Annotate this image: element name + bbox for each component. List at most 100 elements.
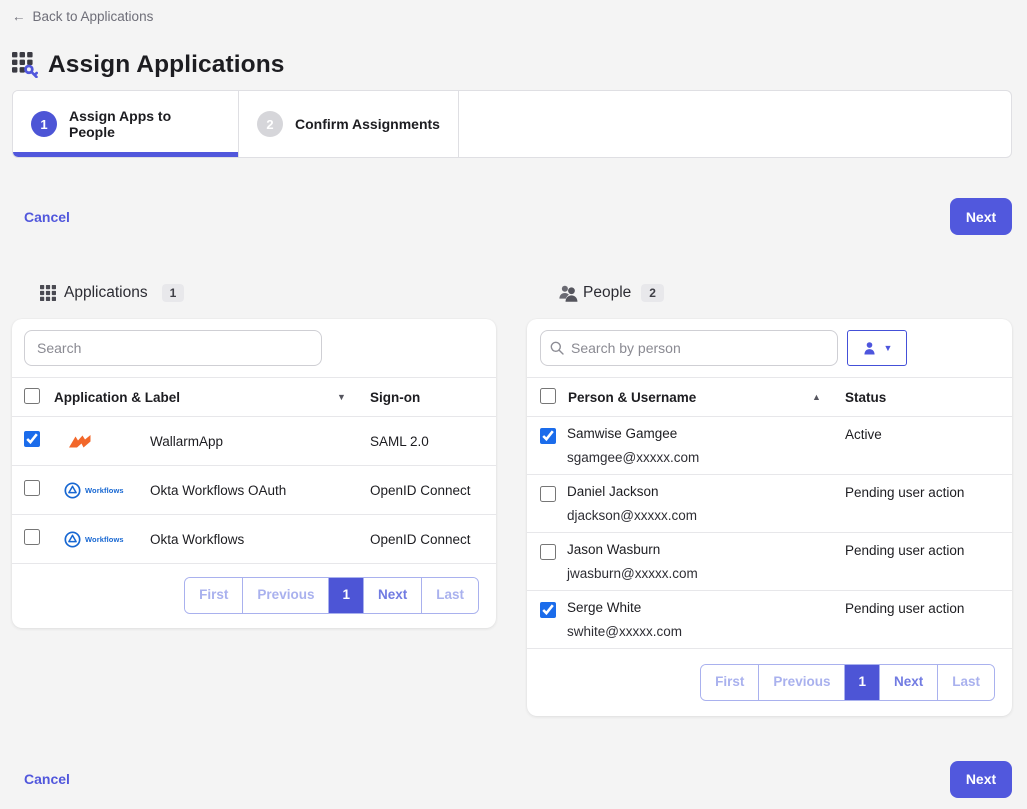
pagination-next-button[interactable]: Next: [880, 665, 938, 700]
person-username: swhite@xxxxx.com: [567, 624, 845, 639]
sort-asc-icon[interactable]: ▲: [812, 392, 845, 402]
applications-search-input[interactable]: [24, 330, 322, 366]
people-pagination-row: First Previous 1 Next Last: [527, 649, 1012, 716]
pagination-previous-button[interactable]: Previous: [759, 665, 845, 700]
status-badge: Pending user action: [845, 484, 1012, 500]
search-icon: [550, 341, 564, 360]
pagination-last-button[interactable]: Last: [938, 665, 994, 700]
person-icon: [862, 341, 877, 356]
app-signon: SAML 2.0: [370, 434, 496, 449]
people-table-header: Person & Username ▲ Status: [527, 378, 1012, 417]
workflows-logo-label: Workflows: [85, 486, 124, 495]
table-row-wallarmapp: WallarmApp SAML 2.0: [12, 417, 496, 466]
people-select-all-checkbox[interactable]: [540, 388, 556, 404]
okta-workflows-logo: Workflows: [64, 482, 150, 499]
applications-grid-icon: [40, 285, 56, 301]
step-2-circle: 2: [257, 111, 283, 137]
table-row-daniel-jackson: Daniel Jackson djackson@xxxxx.com Pendin…: [527, 475, 1012, 533]
pagination-page-1-button[interactable]: 1: [845, 665, 880, 700]
table-row-samwise-gamgee: Samwise Gamgee sgamgee@xxxxx.com Active: [527, 417, 1012, 475]
wizard-tab-bar: 1 Assign Apps to People 2 Confirm Assign…: [12, 90, 1012, 158]
person-name: Daniel Jackson: [567, 484, 845, 499]
applications-pagination: First Previous 1 Next Last: [184, 577, 479, 614]
jason-wasburn-checkbox[interactable]: [540, 544, 556, 560]
app-signon: OpenID Connect: [370, 483, 496, 498]
page-container: ← Back to Applications Assign Applicatio…: [0, 0, 1027, 798]
tab-1-label: Assign Apps to People: [69, 108, 220, 140]
status-badge: Pending user action: [845, 600, 1012, 616]
pagination-first-button[interactable]: First: [185, 578, 243, 613]
daniel-jackson-checkbox[interactable]: [540, 486, 556, 502]
people-column-status: Status: [845, 390, 886, 405]
wallarmapp-checkbox[interactable]: [24, 431, 40, 447]
assign-apps-grid-key-icon: [12, 52, 38, 78]
pagination-next-button[interactable]: Next: [364, 578, 422, 613]
applications-pagination-row: First Previous 1 Next Last: [12, 564, 496, 628]
back-arrow-icon: ←: [12, 9, 26, 24]
table-row-jason-wasburn: Jason Wasburn jwasburn@xxxxx.com Pending…: [527, 533, 1012, 591]
pagination-page-1-button[interactable]: 1: [329, 578, 364, 613]
samwise-gamgee-checkbox[interactable]: [540, 428, 556, 444]
people-column-person-username[interactable]: Person & Username: [568, 390, 812, 405]
chevron-down-icon: ▼: [884, 343, 893, 353]
applications-card: Application & Label ▼ Sign-on WallarmApp…: [12, 319, 496, 628]
applications-count-badge: 1: [162, 284, 185, 302]
applications-select-all-checkbox[interactable]: [24, 388, 40, 404]
back-to-applications-link[interactable]: ← Back to Applications: [12, 9, 153, 24]
status-badge: Active: [845, 426, 1012, 442]
panels-row: Applications 1 Application & Label ▼ Sig…: [12, 282, 1012, 716]
applications-panel: Applications 1 Application & Label ▼ Sig…: [12, 282, 496, 628]
person-username: djackson@xxxxx.com: [567, 508, 845, 523]
app-name: Okta Workflows OAuth: [150, 483, 370, 498]
person-name: Serge White: [567, 600, 845, 615]
status-badge: Pending user action: [845, 542, 1012, 558]
table-row-serge-white: Serge White swhite@xxxxx.com Pending use…: [527, 591, 1012, 649]
sort-desc-icon[interactable]: ▼: [337, 392, 370, 402]
next-button-bottom[interactable]: Next: [950, 761, 1012, 798]
wallarm-logo: [64, 431, 150, 451]
pagination-previous-button[interactable]: Previous: [243, 578, 329, 613]
app-signon: OpenID Connect: [370, 532, 496, 547]
people-card: ▼ Person & Username ▲ Status Samwise Gam…: [527, 319, 1012, 716]
person-username: sgamgee@xxxxx.com: [567, 450, 845, 465]
people-search-input[interactable]: [540, 330, 838, 366]
person-name: Jason Wasburn: [567, 542, 845, 557]
back-link-label: Back to Applications: [33, 9, 154, 24]
applications-column-app-label[interactable]: Application & Label: [54, 390, 337, 405]
tab-2-label: Confirm Assignments: [295, 116, 440, 132]
applications-column-signon: Sign-on: [370, 390, 420, 405]
app-name: Okta Workflows: [150, 532, 370, 547]
table-row-okta-workflows: Workflows Okta Workflows OpenID Connect: [12, 515, 496, 564]
cancel-link-bottom[interactable]: Cancel: [24, 771, 70, 787]
pagination-last-button[interactable]: Last: [422, 578, 478, 613]
people-count-badge: 2: [641, 284, 664, 302]
people-panel: People 2: [527, 282, 1012, 716]
person-name: Samwise Gamgee: [567, 426, 845, 441]
people-pagination: First Previous 1 Next Last: [700, 664, 995, 701]
applications-panel-header: Applications 1: [12, 282, 496, 304]
workflows-logo-label: Workflows: [85, 535, 124, 544]
people-search-row: ▼: [527, 319, 1012, 378]
step-1-circle: 1: [31, 111, 57, 137]
next-button-top[interactable]: Next: [950, 198, 1012, 235]
okta-workflows-checkbox[interactable]: [24, 529, 40, 545]
tab-confirm-assignments[interactable]: 2 Confirm Assignments: [239, 91, 459, 157]
app-name: WallarmApp: [150, 434, 370, 449]
page-title-row: Assign Applications: [12, 51, 1012, 79]
applications-search-row: [12, 319, 496, 378]
people-panel-header: People 2: [527, 282, 1012, 304]
people-filter-dropdown-button[interactable]: ▼: [847, 330, 907, 366]
people-panel-title: People: [583, 284, 631, 302]
page-title: Assign Applications: [48, 51, 285, 79]
okta-workflows-oauth-checkbox[interactable]: [24, 480, 40, 496]
pagination-first-button[interactable]: First: [701, 665, 759, 700]
bottom-actions-row: Cancel Next: [12, 761, 1012, 798]
applications-table-header: Application & Label ▼ Sign-on: [12, 378, 496, 417]
cancel-link-top[interactable]: Cancel: [24, 209, 70, 225]
serge-white-checkbox[interactable]: [540, 602, 556, 618]
people-icon: [557, 284, 579, 303]
tab-assign-apps-to-people[interactable]: 1 Assign Apps to People: [13, 91, 239, 157]
applications-panel-title: Applications: [64, 284, 148, 302]
okta-workflows-logo: Workflows: [64, 531, 150, 548]
top-actions-row: Cancel Next: [12, 198, 1012, 235]
